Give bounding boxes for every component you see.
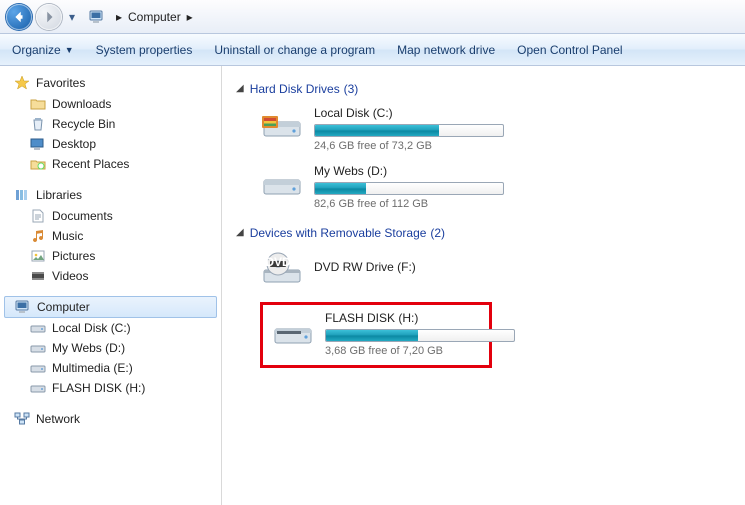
system-properties-button[interactable]: System properties [96, 43, 193, 57]
sidebar-item-local-disk-c[interactable]: Local Disk (C:) [0, 318, 221, 338]
drive-dvd-rw-f[interactable]: DVD DVD RW Drive (F:) [260, 250, 492, 290]
music-icon [30, 228, 46, 244]
chevron-right-icon: ▸ [112, 10, 126, 24]
sidebar-item-flash-disk-h[interactable]: FLASH DISK (H:) [0, 378, 221, 398]
sidebar-network-head[interactable]: Network [0, 408, 221, 430]
drive-flash-disk-h[interactable]: FLASH DISK (H:) 3,68 GB free of 7,20 GB [260, 302, 492, 368]
recycle-bin-icon [30, 116, 46, 132]
removable-disk-icon [271, 311, 315, 351]
sidebar-item-multimedia-e[interactable]: Multimedia (E:) [0, 358, 221, 378]
sidebar-item-desktop[interactable]: Desktop [0, 134, 221, 154]
drive-icon [30, 380, 46, 396]
usage-bar [314, 182, 504, 195]
drive-name: Local Disk (C:) [314, 106, 504, 120]
star-icon [14, 75, 30, 91]
nav-forward-button[interactable] [36, 4, 62, 30]
open-control-panel-button[interactable]: Open Control Panel [517, 43, 622, 57]
dvd-drive-icon: DVD [260, 250, 304, 290]
nav-bar: ▾ ▸ Computer ▸ [0, 0, 745, 34]
collapse-icon: ◢ [236, 83, 244, 94]
recent-places-icon [30, 156, 46, 172]
collapse-icon: ◢ [236, 227, 244, 238]
usage-bar [314, 124, 504, 137]
drive-name: DVD RW Drive (F:) [314, 260, 492, 274]
map-network-drive-button[interactable]: Map network drive [397, 43, 495, 57]
svg-text:DVD: DVD [265, 255, 291, 269]
usage-bar [325, 329, 515, 342]
sidebar-item-music[interactable]: Music [0, 226, 221, 246]
drive-icon [30, 340, 46, 356]
documents-icon [30, 208, 46, 224]
pictures-icon [30, 248, 46, 264]
desktop-icon [30, 136, 46, 152]
libraries-icon [14, 187, 30, 203]
toolbar: Organize▼ System properties Uninstall or… [0, 34, 745, 66]
sidebar-item-recent-places[interactable]: Recent Places [0, 154, 221, 174]
nav-back-button[interactable] [6, 4, 32, 30]
sidebar-item-pictures[interactable]: Pictures [0, 246, 221, 266]
sidebar-item-downloads[interactable]: Downloads [0, 94, 221, 114]
computer-icon [88, 8, 106, 26]
drive-name: My Webs (D:) [314, 164, 504, 178]
nav-history-dropdown[interactable]: ▾ [66, 7, 78, 27]
sidebar-item-recycle-bin[interactable]: Recycle Bin [0, 114, 221, 134]
drive-free-text: 3,68 GB free of 7,20 GB [325, 345, 515, 357]
removable-section-head[interactable]: ◢ Devices with Removable Storage (2) [236, 224, 737, 240]
breadcrumb[interactable]: ▸ Computer ▸ [112, 6, 197, 28]
network-icon [14, 411, 30, 427]
chevron-right-icon: ▸ [183, 10, 197, 24]
drive-name: FLASH DISK (H:) [325, 311, 515, 325]
drive-icon [30, 320, 46, 336]
drive-local-disk-c[interactable]: Local Disk (C:) 24,6 GB free of 73,2 GB [260, 106, 492, 152]
sidebar-libraries-head[interactable]: Libraries [0, 184, 221, 206]
hdd-section-head[interactable]: ◢ Hard Disk Drives (3) [236, 80, 737, 96]
sidebar-item-my-webs-d[interactable]: My Webs (D:) [0, 338, 221, 358]
organize-menu[interactable]: Organize▼ [12, 43, 74, 57]
sidebar-item-documents[interactable]: Documents [0, 206, 221, 226]
drive-my-webs-d[interactable]: My Webs (D:) 82,6 GB free of 112 GB [260, 164, 492, 210]
sidebar-item-videos[interactable]: Videos [0, 266, 221, 286]
sidebar-computer-head[interactable]: Computer [4, 296, 217, 318]
uninstall-button[interactable]: Uninstall or change a program [214, 43, 375, 57]
drive-icon [30, 360, 46, 376]
computer-icon [15, 299, 31, 315]
crumb-computer[interactable]: Computer [126, 10, 183, 24]
hdd-icon [260, 164, 304, 204]
hdd-icon [260, 106, 304, 146]
drive-free-text: 24,6 GB free of 73,2 GB [314, 140, 504, 152]
drive-free-text: 82,6 GB free of 112 GB [314, 198, 504, 210]
sidebar-favorites-head[interactable]: Favorites [0, 72, 221, 94]
videos-icon [30, 268, 46, 284]
main-pane: ◢ Hard Disk Drives (3) Local Disk (C:) 2… [222, 66, 745, 505]
sidebar-nav: Favorites Downloads Recycle Bin Desktop … [0, 66, 222, 505]
folder-icon [30, 96, 46, 112]
